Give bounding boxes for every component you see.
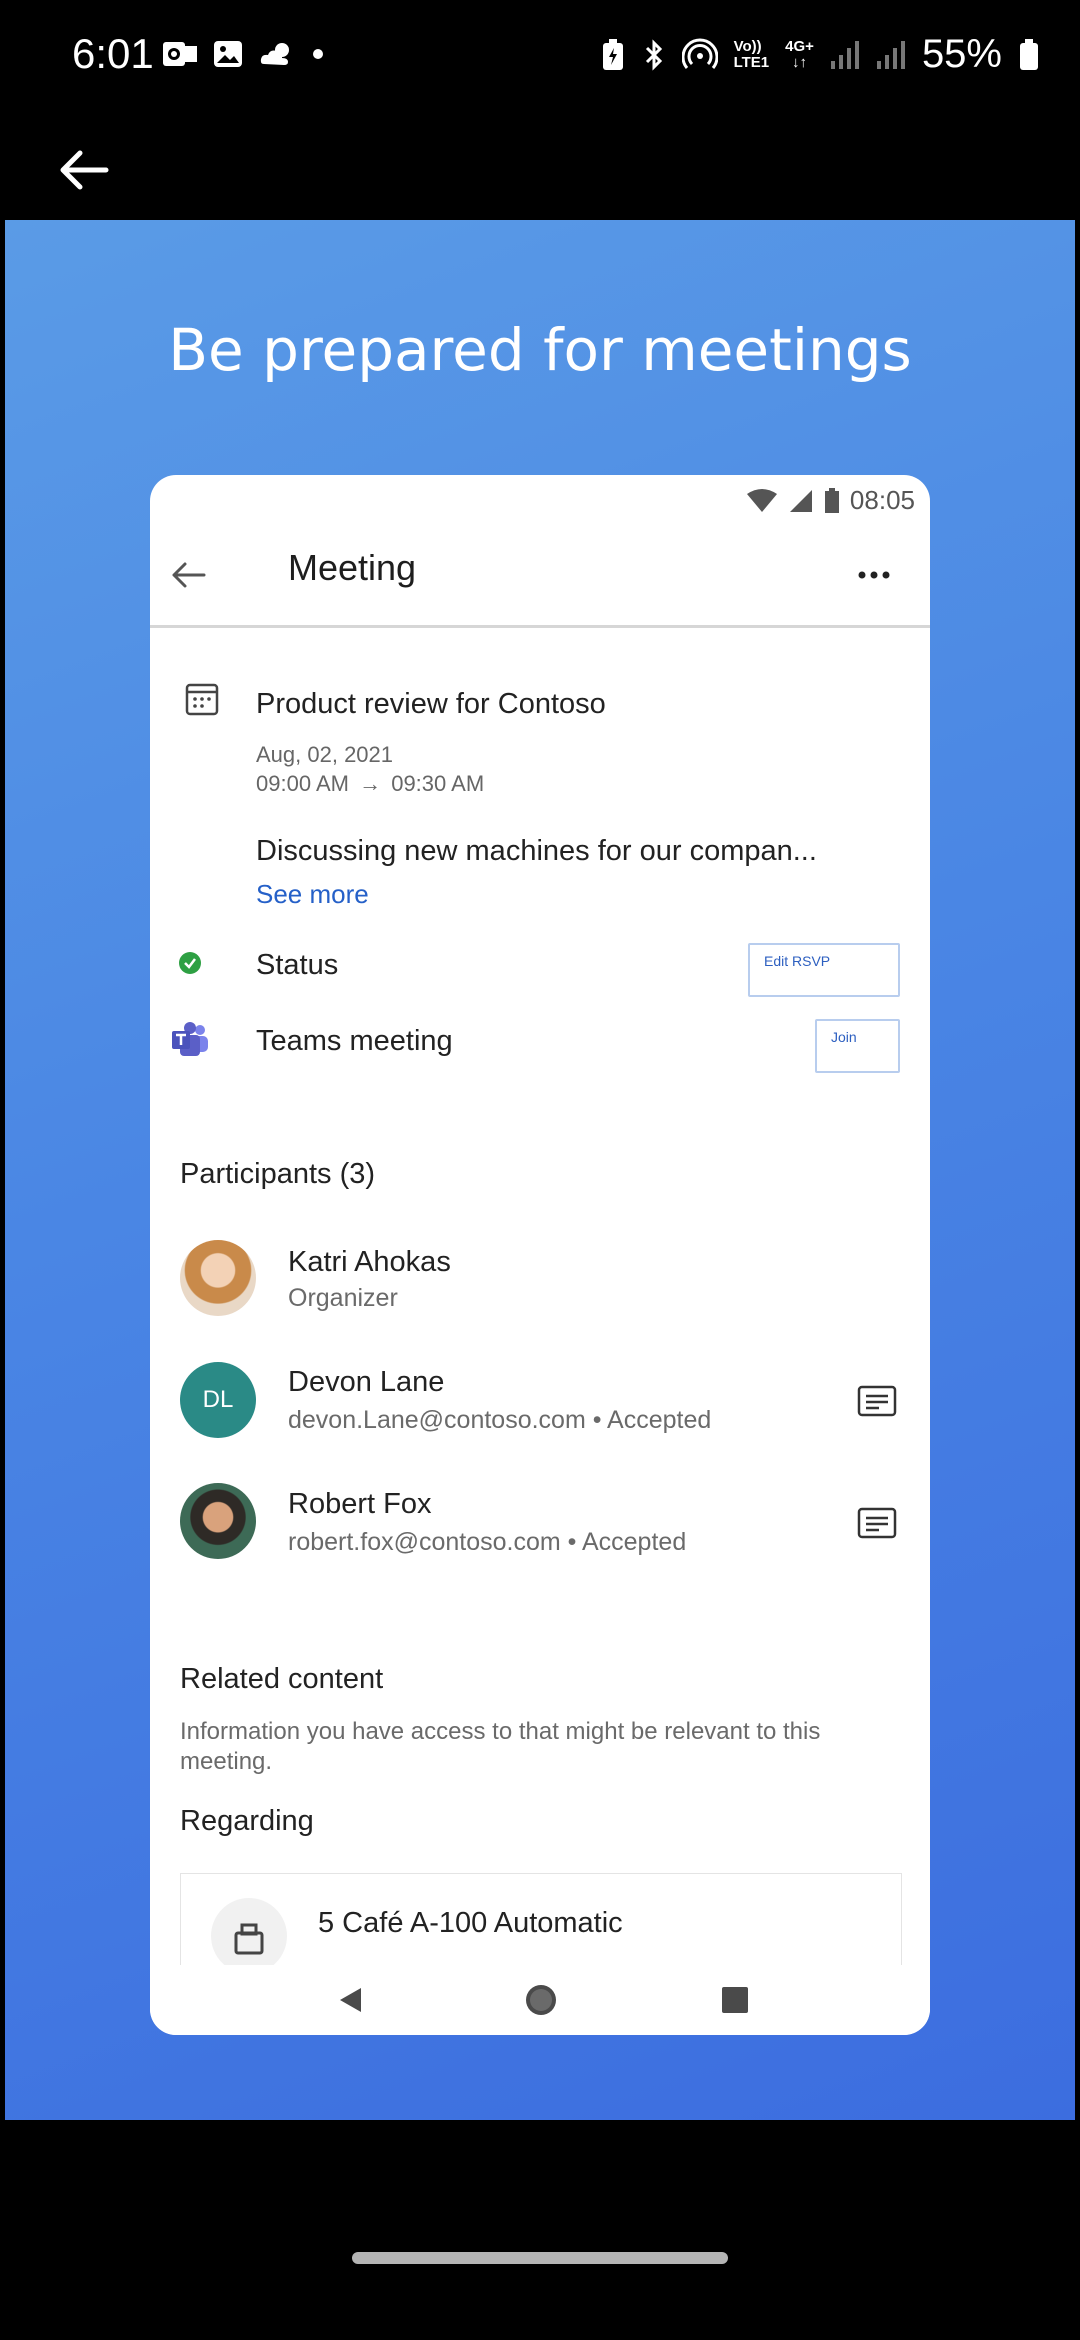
participant-name: Katri Ahokas	[288, 1246, 451, 1278]
nav-recents-icon[interactable]	[720, 1985, 750, 2015]
status-bar: 6:01 Vo)) LTE1 4G+ ↓↑ 55%	[0, 0, 1080, 115]
weather-icon	[260, 43, 289, 65]
data-type-label: 4G+	[785, 37, 814, 55]
gallery-icon	[214, 41, 242, 67]
participant-email: robert.fox@contoso.com • Accepted	[288, 1528, 687, 1556]
avatar	[180, 1240, 256, 1316]
mockup-status-bar: 08:05	[746, 485, 915, 516]
hotspot-icon	[681, 38, 718, 69]
related-content-header: Related content	[180, 1663, 384, 1695]
join-label: Join	[831, 1029, 857, 1045]
volte-indicator: Vo)) LTE1	[733, 37, 770, 71]
avatar-initials: DL	[202, 1386, 234, 1413]
participant-email: devon.Lane@contoso.com • Accepted	[288, 1406, 712, 1434]
status-label: Status	[256, 949, 339, 981]
more-notifications-dot	[313, 49, 323, 59]
battery-icon	[1020, 38, 1038, 70]
lte-label: LTE1	[733, 53, 770, 71]
mockup-time: 08:05	[849, 485, 915, 515]
mockup-nav-bar	[150, 1965, 930, 2035]
teams-meeting-label: Teams meeting	[256, 1025, 453, 1057]
regarding-header: Regarding	[180, 1805, 314, 1837]
edit-rsvp-label: Edit RSVP	[764, 953, 831, 969]
avatar: DL	[180, 1362, 256, 1438]
promo-slide: Be prepared for meetings 08:05 Meeting P…	[5, 220, 1075, 2120]
back-arrow-icon[interactable]	[54, 140, 114, 200]
meeting-title: Product review for Contoso	[256, 688, 606, 720]
participants-header: Participants (3)	[180, 1158, 376, 1190]
home-indicator[interactable]	[352, 2252, 728, 2264]
wifi-icon	[746, 488, 777, 512]
battery-saver-icon	[602, 38, 623, 70]
participant-name: Devon Lane	[288, 1366, 445, 1398]
back-arrow-icon[interactable]	[168, 555, 208, 595]
product-icon	[211, 1898, 287, 1974]
data-indicator: 4G+ ↓↑	[785, 37, 814, 71]
data-arrows-icon: ↓↑	[792, 53, 808, 71]
see-more-link[interactable]: See more	[256, 879, 369, 910]
header-title: Meeting	[288, 547, 417, 588]
message-icon[interactable]	[857, 1507, 897, 1539]
notification-icons	[162, 38, 326, 70]
battery-percent: 55%	[921, 32, 1002, 76]
meeting-description: Discussing new machines for our compan..…	[256, 835, 817, 867]
signal-icon-2	[876, 40, 905, 69]
edit-rsvp-button[interactable]: Edit RSVP	[748, 943, 900, 997]
related-content-description: Information you have access to that migh…	[180, 1718, 821, 1775]
meeting-header: Meeting	[150, 525, 930, 628]
promo-title: Be prepared for meetings	[168, 316, 912, 384]
meeting-date: Aug, 02, 2021	[256, 742, 394, 767]
more-options-icon[interactable]	[854, 555, 894, 595]
phone-mockup: 08:05 Meeting Product review for Contoso…	[150, 475, 930, 2035]
avatar	[180, 1483, 256, 1559]
arrow-right-icon: →	[359, 771, 382, 796]
regarding-item-title: 5 Café A-100 Automatic	[318, 1907, 623, 1939]
message-icon[interactable]	[857, 1385, 897, 1417]
participant-name: Robert Fox	[288, 1488, 432, 1520]
start-time: 09:00 AM	[256, 771, 349, 796]
cell-signal-icon	[789, 489, 812, 512]
teams-icon	[172, 1022, 208, 1056]
bluetooth-icon	[645, 38, 662, 71]
join-button[interactable]: Join	[815, 1019, 900, 1073]
outlook-icon	[163, 42, 197, 66]
mockup-battery-icon	[824, 487, 839, 513]
end-time: 09:30 AM	[391, 771, 485, 796]
status-time: 6:01	[72, 30, 154, 77]
volte-label: Vo))	[733, 37, 762, 55]
calendar-icon	[185, 683, 219, 716]
participant-role: Organizer	[288, 1284, 398, 1312]
meeting-time: 09:00 AM → 09:30 AM	[256, 771, 484, 797]
system-icons: Vo)) LTE1 4G+ ↓↑ 55%	[600, 32, 1040, 77]
nav-back-icon[interactable]	[336, 1985, 366, 2015]
nav-home-icon[interactable]	[524, 1983, 558, 2017]
signal-icon	[830, 40, 859, 69]
status-check-icon	[179, 952, 201, 974]
